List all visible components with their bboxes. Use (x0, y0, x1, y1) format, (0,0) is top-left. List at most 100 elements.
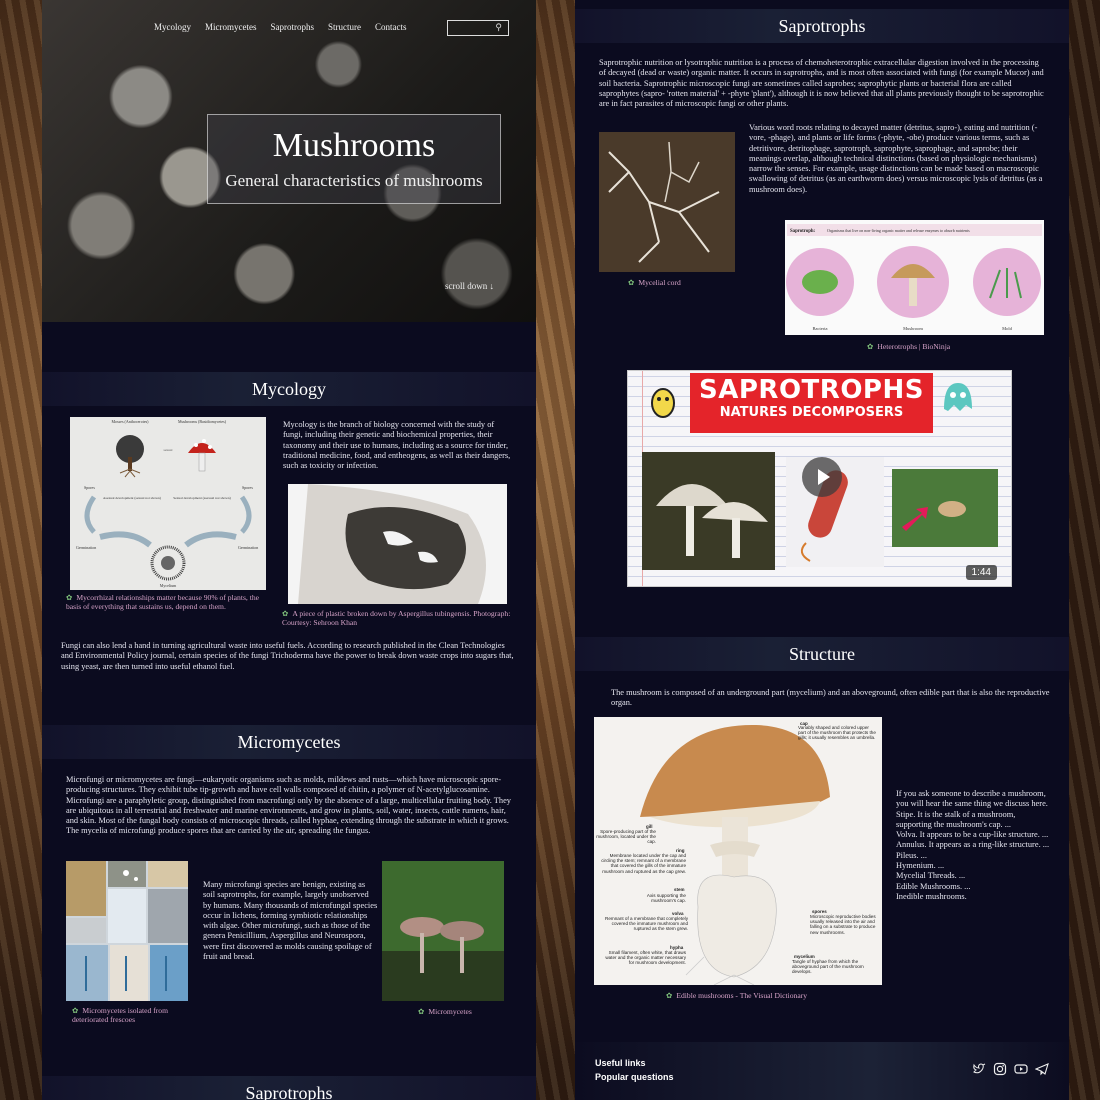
nav-structure[interactable]: Structure (328, 22, 361, 32)
nav-contacts[interactable]: Contacts (375, 22, 407, 32)
label-volva: Remnant of a membrane that completely co… (605, 916, 688, 932)
infographic-label-bacteria: Bacteria (813, 326, 828, 331)
diagram-germ-right: Germination (238, 545, 258, 550)
diagram-bottom-label: Mycelium (160, 583, 177, 588)
structure-list-item: Edible Mushrooms. ... (896, 881, 971, 891)
caption-frescoes-text: Micromycetes isolated from deteriorated … (72, 1006, 168, 1024)
infographic-label-mold: Mold (1002, 326, 1013, 331)
play-button[interactable] (802, 457, 842, 497)
micromycetes-photo (382, 861, 504, 1001)
plastic-photo (288, 484, 507, 604)
right-panel: Saprotrophs Saprotrophic nutrition or ly… (575, 0, 1069, 1100)
structure-list-item: Pileus. ... (896, 850, 927, 860)
telegram-icon[interactable] (1034, 1062, 1049, 1076)
diagram-right-dev: Sexual development (asexual not shown) (173, 496, 231, 500)
diagram-germ-left: Germination (76, 545, 96, 550)
structure-list-item: If you ask someone to describe a mushroo… (896, 789, 1048, 809)
scroll-down-link[interactable]: scroll down ↓ (445, 281, 494, 291)
diagram-right-spores: Spores (242, 485, 253, 490)
twitter-icon[interactable] (972, 1062, 986, 1076)
caption-plastic-text: A piece of plastic broken down by Asperg… (282, 609, 511, 627)
caption-mycelial-cord-text: Mycelial cord (638, 278, 681, 287)
caption-micromycetes: ✿ Micromycetes (418, 1007, 508, 1016)
leaf-icon: ✿ (666, 991, 673, 1000)
infographic-desc: Organisms that live on non-living organi… (827, 228, 970, 233)
diagram-top-right-label: Mushrooms (Basidiomycetes) (178, 419, 227, 424)
caption-frescoes: ✿ Micromycetes isolated from deteriorated… (72, 1006, 184, 1024)
nav-saprotrophs[interactable]: Saprotrophs (270, 22, 314, 32)
instagram-icon[interactable] (993, 1062, 1007, 1076)
footer-useful-links[interactable]: Useful links (595, 1058, 646, 1068)
social-links (972, 1062, 1049, 1076)
caption-heterotrophs-text: Heterotrophs | BioNinja (877, 342, 951, 351)
mycology-body: Fungi can also lend a hand in turning ag… (61, 641, 514, 671)
caption-mycorrhizal: ✿ Mycorrhizal relationships matter becaus… (66, 593, 270, 611)
nav-micromycetes[interactable]: Micromycetes (205, 22, 256, 32)
structure-list-item: Stipe. It is the stalk of a mushroom, su… (896, 809, 1016, 829)
video-mushroom-photo (642, 452, 775, 570)
leaf-icon: ✿ (66, 593, 73, 602)
scroll-down-label: scroll down (445, 281, 488, 291)
search-input[interactable]: ⚲ (447, 20, 509, 36)
caption-edible-text: Edible mushrooms - The Visual Dictionary (676, 991, 808, 1000)
section-heading-saprotrophs-partial: Saprotrophs (42, 1076, 536, 1100)
mycelial-cord-photo (599, 132, 735, 272)
search-icon[interactable]: ⚲ (495, 22, 502, 33)
caption-micromycetes-text: Micromycetes (428, 1007, 472, 1016)
caption-mycorrhizal-text: Mycorrhizal relationships matter because… (66, 593, 259, 611)
video-title: SAPROTROPHS (699, 375, 924, 405)
saprotrophs-intro: Saprotrophic nutrition or lysotrophic nu… (599, 58, 1044, 109)
saprotroph-infographic: Saprotroph: Organisms that live on non-l… (785, 220, 1044, 335)
section-heading-mycology: Mycology (42, 372, 536, 406)
mushroom-anatomy-diagram: cap Variably shaped and colored upper pa… (594, 717, 882, 985)
mycology-intro: Mycology is the branch of biology concer… (283, 420, 511, 471)
section-heading-micromycetes: Micromycetes (42, 725, 536, 759)
main-nav: Mycology Micromycetes Saprotrophs Struct… (154, 22, 406, 32)
structure-list: If you ask someone to describe a mushroo… (896, 789, 1050, 902)
nav-mycology[interactable]: Mycology (154, 22, 191, 32)
label-stem-title: stem (674, 887, 685, 892)
hero-title-box: Mushrooms General characteristics of mus… (207, 114, 501, 204)
footer-popular-questions[interactable]: Popular questions (595, 1072, 674, 1082)
label-hypha: Small filament, often white, that draws … (605, 950, 686, 966)
leaf-icon: ✿ (867, 342, 874, 351)
section-heading-structure: Structure (575, 637, 1069, 671)
diagram-top-left-label: Mosses (Anthocerotes) (112, 419, 150, 424)
label-cap: Variably shaped and colored upper part o… (798, 725, 876, 741)
structure-list-item: Mycelial Threads. ... (896, 871, 966, 881)
play-icon (818, 469, 830, 485)
structure-list-item: Annulus. It appears as a ring-like struc… (896, 840, 1050, 850)
label-gill: Spore-producing part of the mushroom, lo… (596, 829, 656, 845)
micromycetes-collage (66, 861, 188, 1001)
label-spores: Microscopic reproductive bodies usually … (810, 914, 876, 935)
diagram-left-spores: Spores (84, 485, 95, 490)
youtube-icon[interactable] (1014, 1062, 1028, 1076)
micromycetes-intro: Microfungi or micromycetes are fungi—euk… (66, 775, 511, 836)
footer: Useful links Popular questions (575, 1042, 1069, 1100)
structure-list-item: Hymenium. ... (896, 861, 945, 871)
video-subtitle: NATURES DECOMPOSERS (719, 405, 904, 420)
caption-edible: ✿ Edible mushrooms - The Visual Dictionar… (666, 991, 866, 1000)
leaf-icon: ✿ (282, 609, 289, 618)
saprotrophs-body: Various word roots relating to decayed m… (749, 123, 1043, 194)
fungi-lifecycle-diagram: Mosses (Anthocerotes) Mushrooms (Basidio… (70, 417, 266, 590)
leaf-icon: ✿ (72, 1006, 79, 1015)
left-panel: Mycology Micromycetes Saprotrophs Struct… (42, 0, 536, 1100)
caption-heterotrophs: ✿ Heterotrophs | BioNinja (867, 342, 987, 351)
diagram-left-dev: Asexual development (sexual not shown) (103, 496, 162, 500)
leaf-icon: ✿ (418, 1007, 425, 1016)
hero-banner: Mycology Micromycetes Saprotrophs Struct… (42, 0, 536, 322)
micromycetes-body: Many microfungi species are benign, exis… (203, 880, 378, 962)
label-stem: Axis supporting the mushroom's cap. (646, 893, 686, 904)
page-subtitle: General characteristics of mushrooms (225, 171, 483, 190)
germ-sticker-icon (944, 383, 972, 411)
video-title-banner: SAPROTROPHS NATURES DECOMPOSERS (690, 373, 933, 433)
page-title: Mushrooms (272, 127, 436, 164)
video-player[interactable]: SAPROTROPHS NATURES DECOMPOSERS 1:44 (627, 370, 1012, 587)
infographic-label-mushroom: Mushroom (903, 326, 923, 331)
section-heading-saprotrophs: Saprotrophs (575, 9, 1069, 43)
label-ring: Membrane located under the cap and circl… (601, 853, 686, 874)
label-mycelium: Tangle of hyphae from which the abovegro… (792, 959, 864, 975)
caption-plastic: ✿ A piece of plastic broken down by Asper… (282, 609, 517, 627)
chevron-double-down-icon: ↓ (489, 281, 495, 291)
